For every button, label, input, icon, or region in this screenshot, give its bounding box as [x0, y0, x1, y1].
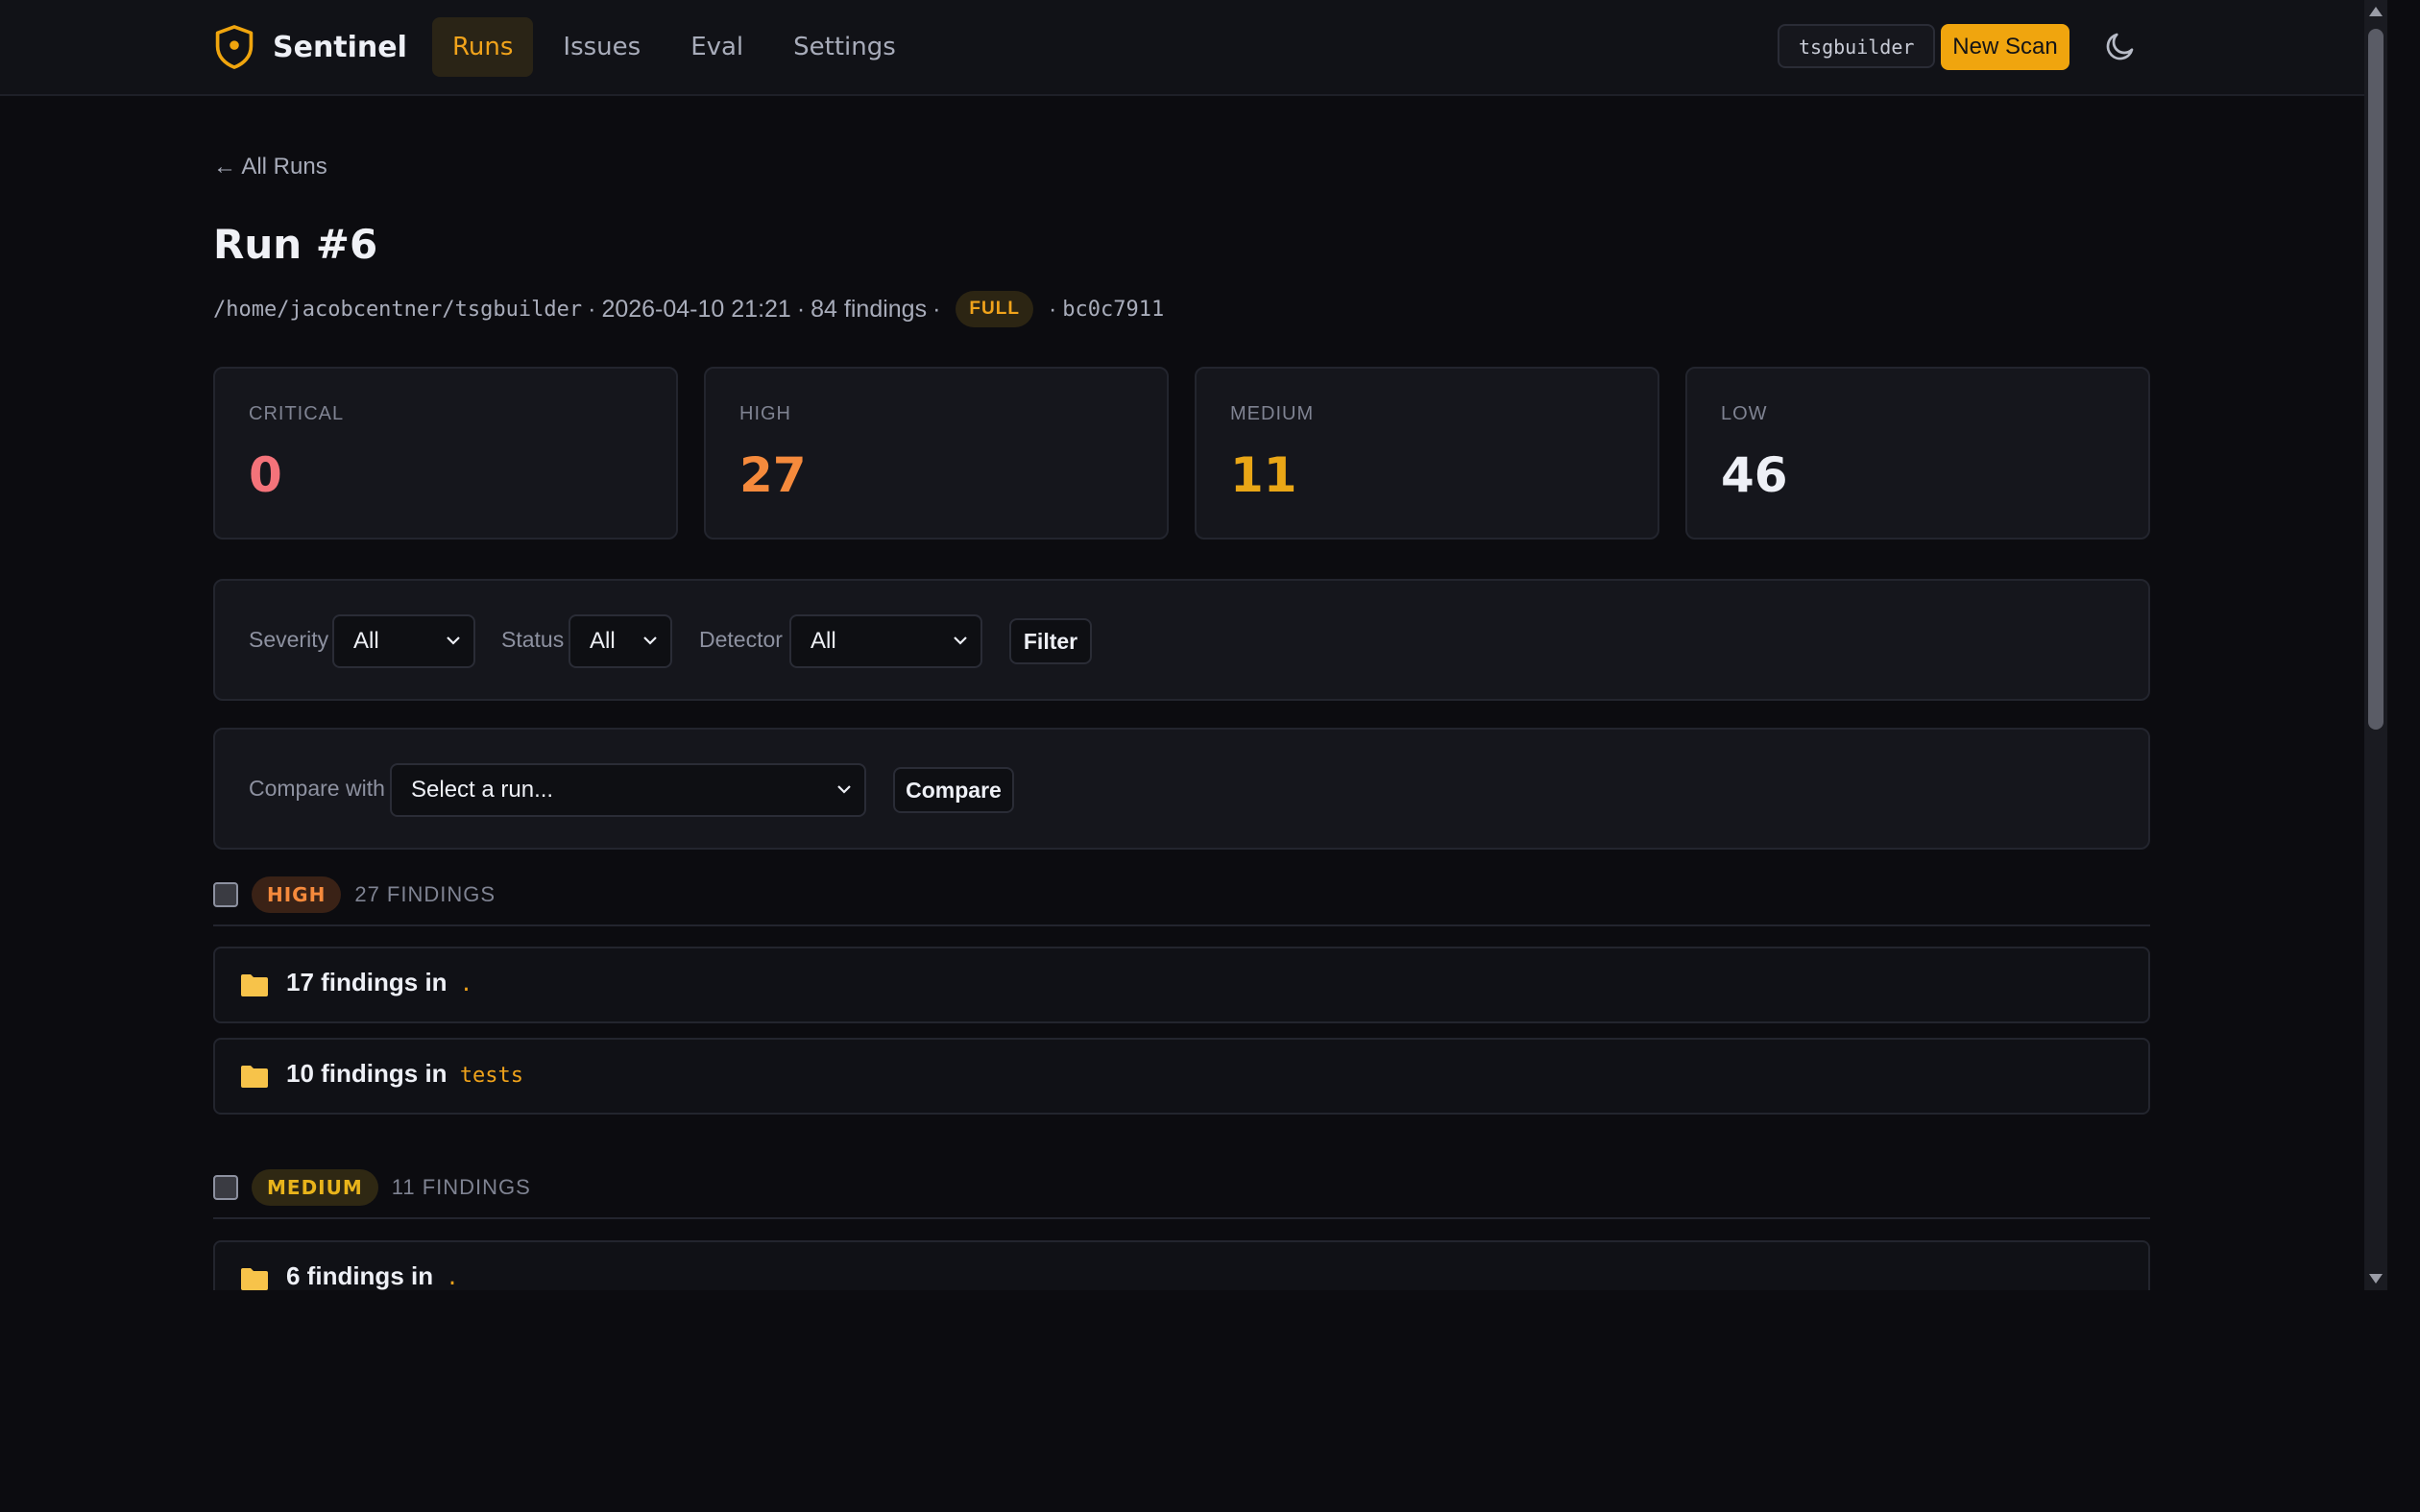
folder-row[interactable]: 6 findings in .	[213, 1240, 2150, 1290]
separator: ·	[1048, 295, 1057, 323]
folder-row-label: 17 findings in .	[286, 968, 472, 997]
compare-label: Compare with	[249, 776, 385, 801]
separator: ·	[588, 295, 596, 323]
brand-name: Sentinel	[273, 30, 407, 64]
folder-icon	[241, 1268, 268, 1290]
stat-label: CRITICAL	[249, 403, 345, 424]
group-findings-count: 27 FINDINGS	[354, 882, 496, 906]
nav-runs[interactable]: Runs	[432, 17, 534, 77]
nav-eval[interactable]: Eval	[670, 17, 763, 77]
folder-row[interactable]: 17 findings in .	[213, 947, 2150, 1023]
compare-run-select[interactable]: Select a run...	[390, 763, 866, 817]
folder-row-label: 10 findings in tests	[286, 1059, 523, 1089]
folder-path: .	[459, 972, 473, 996]
filter-button[interactable]: Filter	[1009, 618, 1092, 664]
stat-value: 0	[249, 447, 282, 503]
stat-value: 46	[1721, 447, 1788, 503]
stat-card-high: HIGH 27	[704, 367, 1169, 540]
detector-select-value: All	[811, 628, 836, 654]
stat-card-critical: CRITICAL 0	[213, 367, 678, 540]
severity-badge-medium: MEDIUM	[252, 1169, 378, 1206]
run-findings-count: 84 findings	[811, 295, 928, 323]
folder-path: tests	[459, 1064, 524, 1088]
status-select[interactable]: All	[569, 614, 672, 668]
compare-run-select-value: Select a run...	[411, 777, 554, 803]
run-timestamp: 2026-04-10 21:21	[601, 295, 791, 323]
stat-label: HIGH	[739, 403, 791, 424]
select-group-checkbox[interactable]	[213, 1175, 238, 1200]
status-select-value: All	[590, 628, 616, 654]
folder-icon	[241, 974, 268, 996]
folder-findings-text: 10 findings in	[286, 1059, 448, 1088]
divider	[213, 924, 2150, 926]
group-findings-count: 11 FINDINGS	[391, 1175, 531, 1199]
page-title: Run #6	[213, 221, 378, 268]
compare-panel: Compare with Select a run... Compare	[213, 728, 2150, 850]
scan-mode-badge: FULL	[956, 291, 1033, 327]
commit-hash: bc0c7911	[1062, 297, 1165, 322]
main-nav: Runs Issues Eval Settings	[432, 17, 916, 77]
severity-label: Severity	[249, 627, 329, 652]
stat-label: LOW	[1721, 403, 1768, 424]
folder-icon	[241, 1066, 268, 1088]
folder-row[interactable]: 10 findings in tests	[213, 1038, 2150, 1115]
run-meta: /home/jacobcentner/tsgbuilder · 2026-04-…	[213, 290, 1164, 328]
brand[interactable]: Sentinel	[213, 23, 407, 71]
nav-issues[interactable]: Issues	[543, 17, 661, 77]
moon-icon[interactable]	[2103, 29, 2138, 63]
chevron-down-icon	[643, 636, 657, 645]
separator: ·	[796, 295, 806, 323]
severity-badge-high: HIGH	[252, 876, 342, 913]
viewport: Sentinel Runs Issues Eval Settings tsgbu…	[0, 0, 2364, 1290]
severity-group-header-medium: MEDIUM 11 FINDINGS	[213, 1166, 531, 1209]
stat-card-medium: MEDIUM 11	[1195, 367, 1659, 540]
select-group-checkbox[interactable]	[213, 882, 238, 907]
run-path: /home/jacobcentner/tsgbuilder	[213, 297, 583, 322]
scroll-up-arrow-icon[interactable]	[2368, 6, 2384, 17]
folder-row-label: 6 findings in .	[286, 1261, 459, 1290]
new-scan-button[interactable]: New Scan	[1941, 24, 2069, 70]
stat-value: 27	[739, 447, 807, 503]
compare-button[interactable]: Compare	[893, 767, 1014, 813]
vertical-scrollbar[interactable]	[2364, 0, 2387, 1290]
nav-settings[interactable]: Settings	[773, 17, 916, 77]
chevron-down-icon	[837, 785, 851, 794]
back-to-all-runs-link[interactable]: ← All Runs	[213, 154, 327, 180]
detector-label: Detector	[699, 627, 783, 652]
stat-label: MEDIUM	[1230, 403, 1315, 424]
filter-panel: Severity All Status All Detector All Fil…	[213, 579, 2150, 701]
separator: ·	[932, 295, 941, 323]
folder-path: .	[446, 1266, 459, 1290]
top-navbar: Sentinel Runs Issues Eval Settings tsgbu…	[0, 0, 2364, 96]
severity-group-header-high: HIGH 27 FINDINGS	[213, 874, 496, 916]
severity-select[interactable]: All	[332, 614, 475, 668]
scroll-down-arrow-icon[interactable]	[2368, 1273, 2384, 1284]
folder-findings-text: 6 findings in	[286, 1261, 434, 1290]
stat-value: 11	[1230, 447, 1297, 503]
divider	[213, 1217, 2150, 1219]
detector-select[interactable]: All	[789, 614, 982, 668]
user-chip[interactable]: tsgbuilder	[1778, 24, 1936, 68]
folder-findings-text: 17 findings in	[286, 968, 448, 996]
scrollbar-thumb[interactable]	[2368, 29, 2384, 730]
severity-select-value: All	[353, 628, 379, 654]
chevron-down-icon	[954, 636, 967, 645]
chevron-down-icon	[447, 636, 460, 645]
status-label: Status	[501, 627, 565, 652]
stat-card-low: LOW 46	[1685, 367, 2150, 540]
shield-logo-icon	[215, 25, 254, 69]
